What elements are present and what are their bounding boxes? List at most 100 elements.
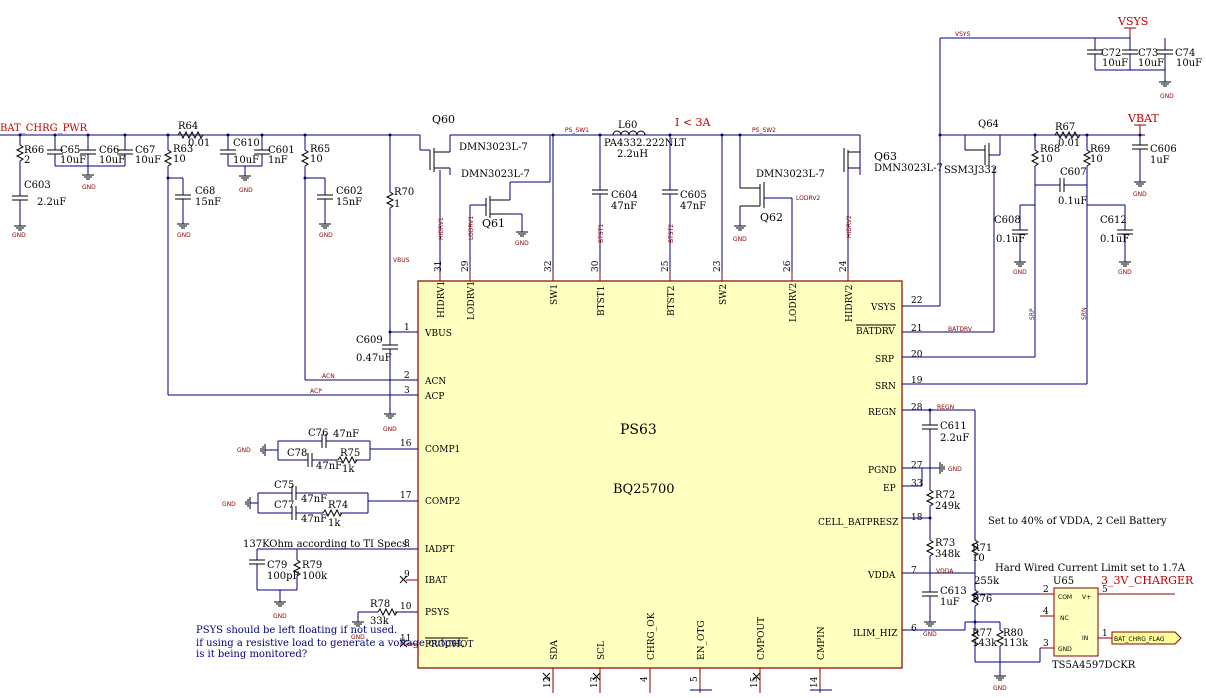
pin-28-num: 28 bbox=[911, 403, 923, 413]
c78-ref: C78 bbox=[287, 448, 307, 459]
pin-en-otg-label: EN_OTG bbox=[697, 620, 707, 660]
u65-switch: U65 TS5A4597DCKR COM V+ NC IN GND 2 5 4 … bbox=[1039, 574, 1194, 671]
ilim-note: Hard Wired Current Limit set to 1.7A bbox=[995, 563, 1186, 574]
acn-net: ACN bbox=[322, 373, 335, 380]
c76-ref: C76 bbox=[308, 428, 328, 439]
c610-c601: GND C610 10uF C601 1nF bbox=[220, 133, 295, 194]
c67-value: 10uF bbox=[135, 155, 161, 166]
pin-6-num: 6 bbox=[911, 624, 917, 634]
pin-cell-batpresz-label: CELL_BATPRESZ bbox=[818, 518, 898, 528]
pin-regn-label: REGN bbox=[868, 408, 897, 418]
pin-scl-label: SCL bbox=[597, 641, 607, 660]
pin-pgnd-label: PGND bbox=[868, 466, 896, 476]
q61-part: DMN3023L-7 bbox=[461, 169, 530, 180]
c66-value: 10uF bbox=[99, 155, 125, 166]
q64-ref: Q64 bbox=[978, 119, 999, 130]
r74-ref: R74 bbox=[328, 500, 348, 511]
r64-ref: R64 bbox=[178, 121, 198, 132]
c78-value: 47nF bbox=[316, 461, 342, 472]
r67-value: 0.01 bbox=[1058, 138, 1080, 149]
batdrv-net: BATDRV bbox=[948, 326, 973, 333]
pin-srn-label: SRN bbox=[875, 382, 896, 392]
c608-value: 0.1uF bbox=[996, 234, 1025, 245]
bat-chrg-pwr-port: BAT_CHRG_PWR bbox=[0, 123, 88, 134]
vbat-port: VBAT bbox=[1127, 112, 1159, 125]
gnd-label-comp2: GND bbox=[222, 501, 236, 508]
c79-ref: C79 bbox=[267, 560, 287, 571]
r72-value: 249k bbox=[935, 501, 961, 512]
l60-inductor: L60 PA4332.222NLT 2.2uH I < 3A bbox=[604, 116, 712, 160]
hidrv2-net: HIDRV2 bbox=[846, 215, 853, 238]
cap-bank-c65-c67: GND C65 10uF C66 10uF C67 10uF bbox=[47, 133, 161, 191]
acp-net: ACP bbox=[310, 388, 322, 395]
pin-10-num: 10 bbox=[400, 602, 412, 612]
q61-ref: Q61 bbox=[482, 217, 505, 230]
cap-bank-c72-c74: GND C72 10uF C73 10uF C74 10uF bbox=[1087, 38, 1202, 100]
pin-33-num: 33 bbox=[911, 479, 923, 489]
pin-ibat-label: IBAT bbox=[425, 576, 447, 586]
u65-pin-com: COM bbox=[1058, 594, 1072, 601]
r66-c603: GND R66 2 C603 2.2uF bbox=[12, 133, 66, 239]
u65-part: TS5A4597DCKR bbox=[1052, 660, 1136, 671]
pin-ilim-hiz-label: ILIM_HIZ bbox=[853, 629, 897, 639]
q62-part: DMN3023L-7 bbox=[756, 169, 825, 180]
u65-pin-nc: NC bbox=[1060, 615, 1069, 622]
pin-20-num: 20 bbox=[911, 350, 923, 360]
pin-iadpt-label: IADPT bbox=[425, 545, 454, 555]
pin-sw1-label: SW1 bbox=[550, 284, 560, 305]
c610-value: 10uF bbox=[233, 155, 259, 166]
gnd-label-r77: GND bbox=[993, 685, 1007, 692]
q64-part: SSM3J332 bbox=[944, 165, 997, 176]
c609-ref: C609 bbox=[356, 335, 383, 346]
l60-ref: L60 bbox=[618, 120, 637, 131]
q62-mosfet: GND DMN3023L-7 Q62 LODRV2 bbox=[720, 133, 825, 270]
c75-value: 47nF bbox=[301, 494, 327, 505]
q63-mosfet: Q63 DMN3023L-7 HIDRV2 bbox=[843, 135, 943, 270]
top-rail: BAT_CHRG_PWR PS_SW1 PS_SW2 bbox=[0, 123, 1145, 150]
gnd-label-c65: GND bbox=[82, 184, 96, 191]
iadpt-note: 137KOhm according to TI Specs. bbox=[243, 539, 410, 550]
r79-ref: R79 bbox=[302, 560, 322, 571]
c602-ref: C602 bbox=[336, 186, 363, 197]
c604-value: 47nF bbox=[611, 201, 637, 212]
c606-value: 1uF bbox=[1150, 155, 1170, 166]
c612-value: 0.1uF bbox=[1100, 234, 1129, 245]
ic-designator: PS63 bbox=[620, 422, 657, 438]
c607-value: 0.1uF bbox=[1058, 196, 1087, 207]
comp1-network: GND C76 47nF C78 47nF R75 1k bbox=[237, 428, 418, 475]
lodrv2-net: LODRV2 bbox=[796, 195, 820, 202]
r76-value: 255k bbox=[974, 576, 1000, 587]
pin-16-num: 16 bbox=[400, 439, 412, 449]
c611-ref: C611 bbox=[940, 421, 967, 432]
vbat-node: VBAT GND C606 1uF bbox=[1127, 112, 1177, 198]
c77-ref: C77 bbox=[274, 500, 294, 511]
vbus-net: VBUS bbox=[393, 257, 410, 264]
q60-mosfet: Q60 DMN3023L-7 HIDRV1 bbox=[420, 113, 528, 270]
pin-acn-label: ACN bbox=[424, 377, 446, 387]
gnd-label-c606: GND bbox=[1133, 191, 1147, 198]
c605-value: 47nF bbox=[680, 201, 706, 212]
u65-pin1-num: 1 bbox=[1102, 629, 1108, 639]
hidrv1-net: HIDRV1 bbox=[438, 217, 445, 240]
c608-ref: C608 bbox=[994, 215, 1021, 226]
pin-17-num: 17 bbox=[400, 491, 412, 501]
gnd-label-c612: GND bbox=[1118, 269, 1132, 276]
u65-pin3-num: 3 bbox=[1043, 639, 1049, 649]
q61-mosfet: GND Q61 DMN3023L-7 LODRV1 bbox=[461, 135, 551, 270]
r73-value: 348k bbox=[935, 549, 961, 560]
r75-value: 1k bbox=[342, 464, 355, 475]
ps-sw2-net: PS_SW2 bbox=[752, 127, 776, 134]
r78-ref: R78 bbox=[370, 599, 390, 610]
r77-value: 143k bbox=[972, 638, 998, 649]
r65-value: 10 bbox=[310, 154, 323, 165]
comp2-network: GND C75 47nF C77 47nF R74 1k bbox=[222, 480, 418, 529]
l60-value: 2.2uH bbox=[617, 149, 648, 160]
pin-7-num: 7 bbox=[911, 566, 917, 576]
pin-cmpin-label: CMPIN bbox=[817, 626, 827, 660]
pin-comp2-label: COMP2 bbox=[425, 497, 460, 507]
pin-lodrv1-label: LODRV1 bbox=[467, 281, 477, 320]
q63-part: DMN3023L-7 bbox=[874, 163, 943, 174]
c611-value: 2.2uF bbox=[940, 433, 969, 444]
pin-comp1-label: COMP1 bbox=[425, 445, 460, 455]
vsys-port: VSYS bbox=[1117, 15, 1148, 28]
